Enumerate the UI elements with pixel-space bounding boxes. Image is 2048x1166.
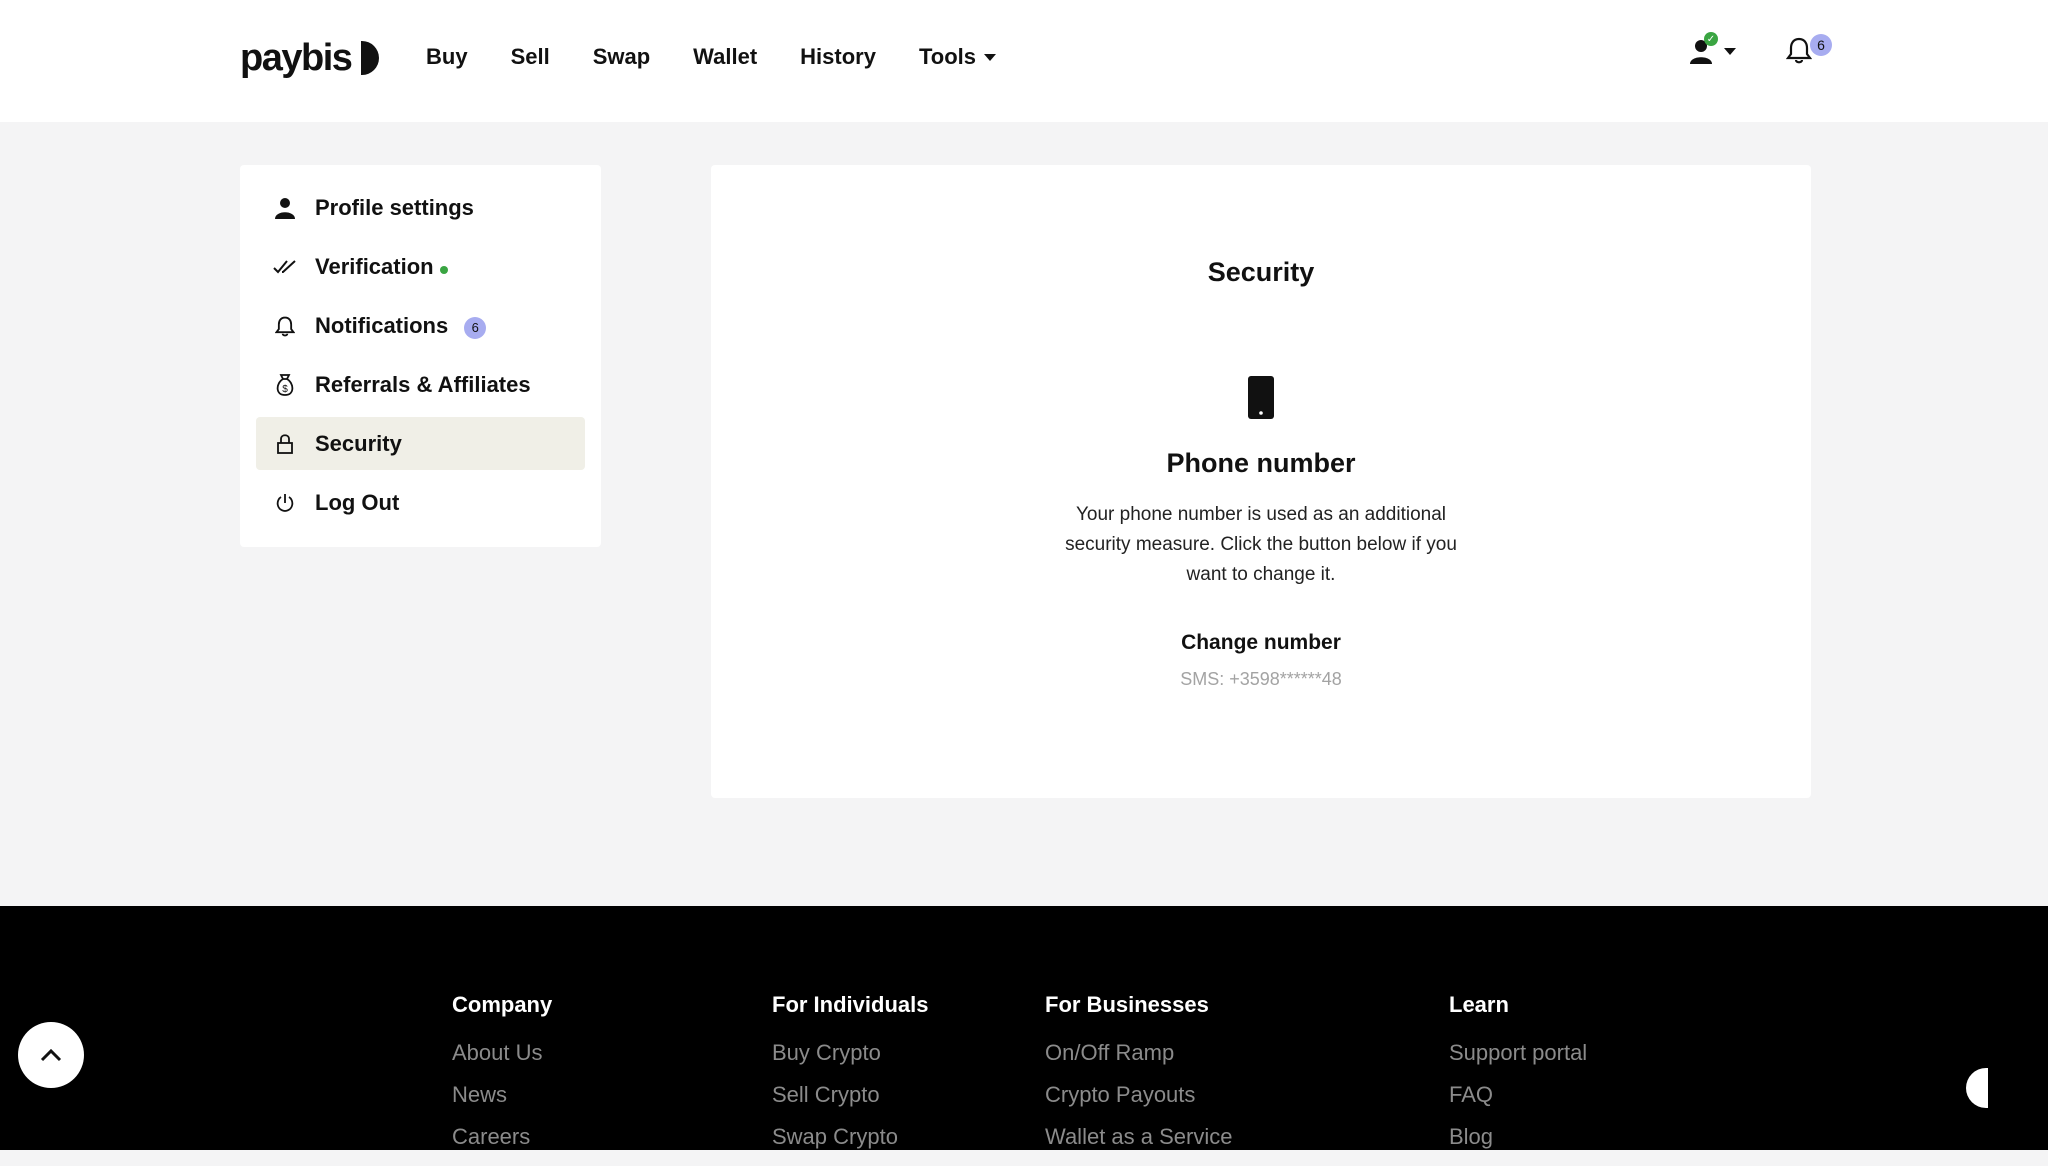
- footer-link[interactable]: Wallet as a Service: [1045, 1124, 1232, 1151]
- verified-check-icon: ✓: [1704, 32, 1718, 46]
- scroll-to-top-button[interactable]: [18, 1022, 84, 1088]
- bell-icon: [1785, 37, 1813, 64]
- footer-link[interactable]: FAQ: [1449, 1082, 1587, 1109]
- site-footer: Company About Us News Careers For Indivi…: [0, 906, 2048, 1150]
- sidebar-item-log-out[interactable]: Log Out: [256, 476, 585, 529]
- double-check-icon: [272, 254, 298, 280]
- nav-history[interactable]: History: [800, 44, 876, 70]
- sidebar-item-referrals-affiliates[interactable]: $ Referrals & Affiliates: [256, 358, 585, 411]
- footer-link[interactable]: Swap Crypto: [772, 1124, 928, 1151]
- footer-heading: For Individuals: [772, 992, 929, 1017]
- sidebar-item-label: Referrals & Affiliates: [315, 371, 531, 397]
- footer-heading: For Businesses: [1045, 992, 1209, 1017]
- phone-number-description: Your phone number is used as an addition…: [1065, 504, 1457, 585]
- power-icon: [272, 490, 298, 516]
- footer-link[interactable]: Careers: [452, 1124, 552, 1151]
- sidebar-item-security[interactable]: Security: [256, 417, 585, 470]
- nav-wallet[interactable]: Wallet: [693, 44, 757, 70]
- footer-heading: Company: [452, 992, 553, 1017]
- nav-swap[interactable]: Swap: [593, 44, 650, 70]
- change-number-button[interactable]: Change number: [711, 631, 1811, 655]
- sidebar-item-label: Notifications: [315, 312, 449, 338]
- nav-sell-label: Sell: [510, 44, 550, 69]
- footer-heading: Learn: [1449, 992, 1509, 1017]
- sidebar-item-label: Profile settings: [315, 194, 474, 220]
- footer-column-learn: Learn Support portal FAQ Blog: [1449, 992, 1587, 1166]
- settings-sidebar: Profile settings Verification Notificati…: [240, 165, 601, 547]
- sidebar-item-label: Verification: [315, 253, 434, 279]
- money-bag-icon: $: [272, 372, 298, 398]
- user-icon: [272, 195, 298, 221]
- footer-column-for-individuals: For Individuals Buy Crypto Sell Crypto S…: [772, 992, 928, 1166]
- nav-buy-label: Buy: [426, 44, 468, 69]
- footer-column-company: Company About Us News Careers: [452, 992, 552, 1166]
- verified-status-dot: [439, 265, 448, 274]
- nav-swap-label: Swap: [592, 44, 651, 69]
- footer-link[interactable]: Sell Crypto: [772, 1082, 928, 1109]
- svg-text:$: $: [282, 384, 288, 395]
- footer-link[interactable]: Support portal: [1449, 1040, 1587, 1067]
- top-header: paybis Buy Sell Swap Wallet History Tool…: [0, 0, 2048, 122]
- nav-tools-dropdown[interactable]: Tools: [919, 44, 996, 70]
- notifications-count-badge: 6: [464, 316, 487, 339]
- user-menu-button[interactable]: ✓: [1690, 32, 1736, 64]
- chevron-down-icon: [983, 53, 996, 61]
- sidebar-item-verification[interactable]: Verification: [256, 240, 585, 293]
- sidebar-item-notifications[interactable]: Notifications 6: [256, 299, 585, 352]
- sms-phone-value: SMS: +3598******48: [1180, 669, 1342, 689]
- chevron-down-icon: [1724, 47, 1736, 55]
- footer-link[interactable]: Blog: [1449, 1124, 1587, 1151]
- chevron-up-icon: [40, 1048, 62, 1062]
- logo-text: paybis: [240, 36, 353, 79]
- logo-mark-icon: [361, 41, 380, 75]
- notifications-bell-button[interactable]: 6: [1785, 34, 1832, 76]
- footer-link[interactable]: On/Off Ramp: [1045, 1040, 1232, 1067]
- sidebar-item-label: Security: [315, 430, 402, 456]
- paybis-logo[interactable]: paybis: [240, 34, 380, 82]
- bell-icon: [272, 313, 298, 339]
- sidebar-item-label: Log Out: [315, 489, 400, 515]
- nav-sell[interactable]: Sell: [511, 44, 550, 70]
- footer-link[interactable]: Buy Crypto: [772, 1040, 928, 1067]
- main-nav: Buy Sell Swap Wallet History Tools: [426, 44, 996, 70]
- smartphone-icon: [1248, 376, 1274, 419]
- footer-link[interactable]: Crypto Payouts: [1045, 1082, 1232, 1109]
- notification-count-badge: 6: [1810, 34, 1832, 56]
- user-verified-icon: ✓: [1690, 32, 1718, 64]
- footer-link[interactable]: News: [452, 1082, 552, 1109]
- page-title: Security: [1207, 257, 1315, 287]
- nav-buy[interactable]: Buy: [426, 44, 468, 70]
- nav-wallet-label: Wallet: [693, 44, 758, 69]
- nav-history-label: History: [800, 44, 876, 69]
- footer-column-for-businesses: For Businesses On/Off Ramp Crypto Payout…: [1045, 992, 1232, 1166]
- phone-number-heading: Phone number: [1166, 448, 1356, 478]
- security-card: Security Phone number Your phone number …: [711, 165, 1811, 798]
- lock-icon: [272, 431, 298, 457]
- sidebar-item-profile-settings[interactable]: Profile settings: [256, 181, 585, 234]
- footer-link[interactable]: About Us: [452, 1040, 552, 1067]
- nav-tools-label: Tools: [918, 44, 976, 69]
